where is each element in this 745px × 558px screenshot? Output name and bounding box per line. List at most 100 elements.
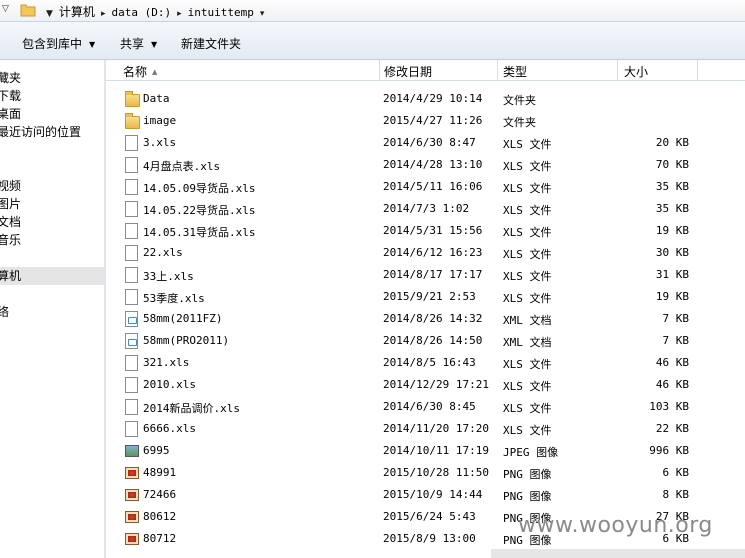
file-size: 6 KB (662, 466, 690, 479)
file-row[interactable]: 14.05.22导货品.xls 2014/7/3 1:02 XLS 文件 35 KB (106, 198, 745, 220)
file-name: 53季度.xls (143, 292, 205, 305)
column-size-header[interactable]: 大小 (624, 63, 648, 80)
file-name: 4月盘点表.xls (143, 160, 221, 173)
nav-item-computer[interactable]: 算机 (0, 267, 104, 285)
file-row[interactable]: 58mm(2011FZ) 2014/8/26 14:32 XML 文档 7 KB (106, 308, 745, 330)
document-icon (125, 289, 138, 305)
file-date: 2015/6/24 5:43 (383, 510, 476, 523)
breadcrumb-arrow-icon[interactable]: ▸ (177, 9, 182, 19)
nav-item-network[interactable]: 络 (0, 303, 104, 321)
file-row[interactable]: 14.05.09导货品.xls 2014/5/11 16:06 XLS 文件 35 K… (106, 176, 745, 198)
file-date: 2014/7/3 1:02 (383, 202, 470, 215)
nav-item-recent-places[interactable]: 最近访问的位置 (0, 123, 104, 141)
file-row[interactable]: 14.05.31导货品.xls 2014/5/31 15:56 XLS 文件 19 K… (106, 220, 745, 242)
document-icon (125, 421, 138, 437)
nav-item-music[interactable]: 音乐 (0, 231, 104, 249)
file-name: 2010.xls (143, 378, 196, 391)
horizontal-scrollbar[interactable] (491, 549, 745, 558)
new-folder-button[interactable]: 新建文件夹 (181, 35, 241, 52)
file-type: XLS 文件 (503, 160, 552, 173)
nav-item-favorites[interactable]: 藏夹 (0, 69, 104, 87)
file-row[interactable]: 72466 2015/10/9 14:44 PNG 图像 8 KB (106, 484, 745, 506)
file-date: 2014/8/26 14:50 (383, 334, 483, 347)
file-row[interactable]: Data 2014/4/29 10:14 文件夹 (106, 88, 745, 110)
breadcrumb-folder[interactable]: intuittemp (188, 6, 254, 19)
file-date: 2014/10/11 17:19 (383, 444, 489, 457)
nav-item-desktop[interactable]: 桌面 (0, 105, 104, 123)
nav-item-pictures[interactable]: 图片 (0, 195, 104, 213)
file-row[interactable]: 3.xls 2014/6/30 8:47 XLS 文件 20 KB (106, 132, 745, 154)
nav-item-documents[interactable]: 文档 (0, 213, 104, 231)
column-divider[interactable] (617, 60, 618, 81)
breadcrumb-drive[interactable]: data (D:) (111, 6, 171, 19)
file-date: 2015/4/27 11:26 (383, 114, 483, 127)
file-date: 2014/5/31 15:56 (383, 224, 483, 237)
file-type: XML 文档 (503, 314, 552, 327)
file-size: 31 KB (655, 268, 689, 281)
file-type: PNG 图像 (503, 490, 552, 503)
png-image-icon (125, 489, 139, 501)
file-row[interactable]: 22.xls 2014/6/12 16:23 XLS 文件 30 KB (106, 242, 745, 264)
file-name: 6666.xls (143, 422, 196, 435)
column-date-header[interactable]: 修改日期 (384, 63, 432, 80)
file-size: 35 KB (655, 180, 689, 193)
file-name: 2014新品调价.xls (143, 402, 240, 415)
document-icon (125, 201, 138, 217)
file-type: XLS 文件 (503, 292, 552, 305)
file-date: 2014/6/30 8:47 (383, 136, 476, 149)
file-date: 2015/10/9 14:44 (383, 488, 483, 501)
breadcrumb-arrow-icon[interactable]: ▾ (260, 9, 265, 19)
png-image-icon (125, 511, 139, 523)
breadcrumb-computer[interactable]: 计算机 (59, 5, 95, 19)
file-row[interactable]: 4月盘点表.xls 2014/4/28 13:10 XLS 文件 70 KB (106, 154, 745, 176)
document-icon (125, 355, 138, 371)
column-type-header[interactable]: 类型 (503, 63, 527, 80)
file-row[interactable]: 321.xls 2014/8/5 16:43 XLS 文件 46 KB (106, 352, 745, 374)
file-name: 6995 (143, 444, 170, 457)
png-image-icon (125, 467, 139, 479)
document-icon (125, 399, 138, 415)
file-date: 2015/8/9 13:00 (383, 532, 476, 545)
file-row[interactable]: 53季度.xls 2015/9/21 2:53 XLS 文件 19 KB (106, 286, 745, 308)
file-type: 文件夹 (503, 94, 536, 107)
file-row[interactable]: 6995 2014/10/11 17:19 JPEG 图像 996 KB (106, 440, 745, 462)
file-date: 2014/4/29 10:14 (383, 92, 483, 105)
file-type: XML 文档 (503, 336, 552, 349)
file-date: 2014/8/17 17:17 (383, 268, 483, 281)
command-bar: 包含到库中 ▼ 共享 ▼ 新建文件夹 (0, 22, 745, 60)
file-row[interactable]: 48991 2015/10/28 11:50 PNG 图像 6 KB (106, 462, 745, 484)
breadcrumb-arrow-icon[interactable]: ▸ (101, 9, 106, 19)
navigation-pane: 藏夹 下载 桌面 最近访问的位置 视频 图片 文档 音乐 算机 络 (0, 60, 104, 558)
column-divider[interactable] (697, 60, 698, 81)
file-row[interactable]: image 2015/4/27 11:26 文件夹 (106, 110, 745, 132)
file-row[interactable]: 33上.xls 2014/8/17 17:17 XLS 文件 31 KB (106, 264, 745, 286)
file-date: 2014/11/20 17:20 (383, 422, 489, 435)
nav-item-downloads[interactable]: 下载 (0, 87, 104, 105)
file-row[interactable]: 2010.xls 2014/12/29 17:21 XLS 文件 46 KB (106, 374, 745, 396)
file-row[interactable]: 2014新品调价.xls 2014/6/30 8:45 XLS 文件 103 KB (106, 396, 745, 418)
file-size: 19 KB (655, 224, 689, 237)
xml-document-icon (125, 311, 138, 327)
file-list: 名称 ▲ 修改日期 类型 大小 Data 2014/4/29 10:14 文件夹 ima… (106, 60, 745, 558)
share-label: 共享 (120, 37, 145, 51)
file-size: 46 KB (655, 356, 689, 369)
file-row[interactable]: 58mm(PRO2011) 2014/8/26 14:50 XML 文档 7 KB (106, 330, 745, 352)
share-button[interactable]: 共享 ▼ (120, 35, 157, 52)
address-bar[interactable]: ▽ ▼ 计算机 ▸ data (D:) ▸ intuittemp ▾ (0, 0, 745, 22)
document-icon (125, 267, 138, 283)
document-icon (125, 245, 138, 261)
nav-item-videos[interactable]: 视频 (0, 177, 104, 195)
file-type: XLS 文件 (503, 358, 552, 371)
column-divider[interactable] (497, 60, 498, 81)
file-type: XLS 文件 (503, 424, 552, 437)
document-icon (125, 377, 138, 393)
breadcrumb-arrow-icon[interactable]: ▼ (46, 9, 53, 19)
column-name-header[interactable]: 名称 ▲ (123, 63, 157, 80)
chevron-down-icon: ▼ (151, 40, 158, 49)
column-divider[interactable] (379, 60, 380, 81)
include-in-library-button[interactable]: 包含到库中 ▼ (22, 35, 95, 52)
folder-icon (20, 4, 36, 17)
file-date: 2014/6/12 16:23 (383, 246, 483, 259)
back-dropdown-icon[interactable]: ▽ (2, 4, 9, 14)
file-row[interactable]: 6666.xls 2014/11/20 17:20 XLS 文件 22 KB (106, 418, 745, 440)
